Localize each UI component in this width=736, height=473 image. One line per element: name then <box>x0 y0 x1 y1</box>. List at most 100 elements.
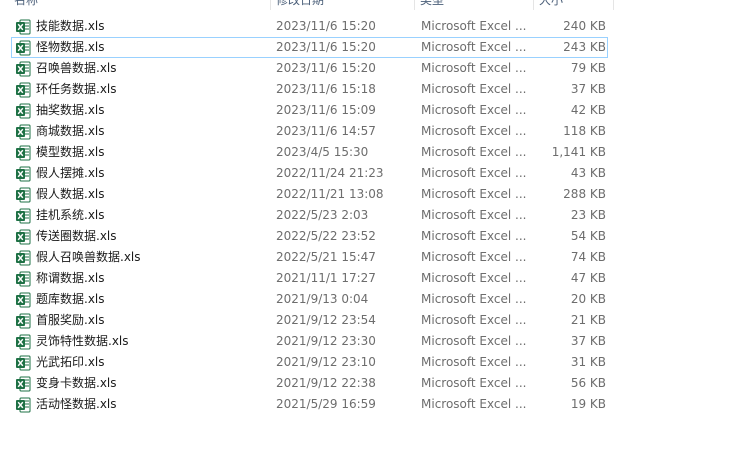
excel-file-icon <box>15 166 31 182</box>
file-name: 抽奖数据.xls <box>36 103 105 117</box>
excel-file-icon <box>15 292 31 308</box>
file-type: Microsoft Excel ... <box>421 313 527 327</box>
file-type: Microsoft Excel ... <box>421 166 527 180</box>
file-row[interactable]: 题库数据.xls 2021/9/13 0:04 Microsoft Excel ..… <box>11 289 608 310</box>
file-row[interactable]: 假人数据.xls 2022/11/21 13:08 Microsoft Excel … <box>11 184 608 205</box>
file-name: 怪物数据.xls <box>36 40 105 54</box>
file-size: 74 KB <box>570 250 606 264</box>
file-row[interactable]: 环任务数据.xls 2023/11/6 15:18 Microsoft Excel … <box>11 79 608 100</box>
file-size: 20 KB <box>570 292 606 306</box>
file-name: 传送圈数据.xls <box>36 229 117 243</box>
file-size: 42 KB <box>570 103 606 117</box>
file-row[interactable]: 光武拓印.xls 2021/9/12 23:10 Microsoft Excel .… <box>11 352 608 373</box>
column-header: 名称 修改日期 类型 大小 <box>0 0 736 10</box>
file-modified-date: 2023/4/5 15:30 <box>276 145 369 159</box>
file-size: 243 KB <box>563 40 606 54</box>
file-row[interactable]: 假人摆摊.xls 2022/11/24 21:23 Microsoft Excel … <box>11 163 608 184</box>
file-name: 称谓数据.xls <box>36 271 105 285</box>
excel-file-icon <box>15 19 31 35</box>
file-size: 43 KB <box>570 166 606 180</box>
file-modified-date: 2023/11/6 14:57 <box>276 124 376 138</box>
excel-file-icon <box>15 40 31 56</box>
file-type: Microsoft Excel ... <box>421 208 527 222</box>
file-name: 技能数据.xls <box>36 19 105 33</box>
excel-file-icon <box>15 250 31 266</box>
file-modified-date: 2021/5/29 16:59 <box>276 397 376 411</box>
column-divider[interactable] <box>270 0 271 10</box>
file-modified-date: 2021/9/12 23:10 <box>276 355 376 369</box>
file-name: 变身卡数据.xls <box>36 376 117 390</box>
file-row[interactable]: 技能数据.xls 2023/11/6 15:20 Microsoft Excel .… <box>11 16 608 37</box>
file-name: 灵饰特性数据.xls <box>36 334 129 348</box>
file-name: 挂机系统.xls <box>36 208 105 222</box>
column-divider[interactable] <box>613 0 614 10</box>
file-type: Microsoft Excel ... <box>421 229 527 243</box>
file-row[interactable]: 传送圈数据.xls 2022/5/22 23:52 Microsoft Excel … <box>11 226 608 247</box>
file-modified-date: 2023/11/6 15:20 <box>276 19 376 33</box>
file-size: 23 KB <box>570 208 606 222</box>
file-type: Microsoft Excel ... <box>421 19 527 33</box>
file-modified-date: 2023/11/6 15:09 <box>276 103 376 117</box>
file-modified-date: 2023/11/6 15:20 <box>276 40 376 54</box>
column-header-name[interactable]: 名称 <box>14 0 38 9</box>
file-type: Microsoft Excel ... <box>421 292 527 306</box>
file-type: Microsoft Excel ... <box>421 376 527 390</box>
file-row[interactable]: 称谓数据.xls 2021/11/1 17:27 Microsoft Excel .… <box>11 268 608 289</box>
file-type: Microsoft Excel ... <box>421 187 527 201</box>
excel-file-icon <box>15 208 31 224</box>
file-type: Microsoft Excel ... <box>421 40 527 54</box>
file-modified-date: 2023/11/6 15:20 <box>276 61 376 75</box>
column-header-date[interactable]: 修改日期 <box>276 0 324 9</box>
file-row[interactable]: 召唤兽数据.xls 2023/11/6 15:20 Microsoft Excel … <box>11 58 608 79</box>
file-size: 118 KB <box>563 124 606 138</box>
file-name: 召唤兽数据.xls <box>36 61 117 75</box>
file-row[interactable]: 变身卡数据.xls 2021/9/12 22:38 Microsoft Excel … <box>11 373 608 394</box>
file-row[interactable]: 灵饰特性数据.xls 2021/9/12 23:30 Microsoft Excel… <box>11 331 608 352</box>
file-size: 56 KB <box>570 376 606 390</box>
excel-file-icon <box>15 313 31 329</box>
excel-file-icon <box>15 397 31 413</box>
file-modified-date: 2021/9/12 22:38 <box>276 376 376 390</box>
file-name: 首服奖励.xls <box>36 313 105 327</box>
file-modified-date: 2023/11/6 15:18 <box>276 82 376 96</box>
file-type: Microsoft Excel ... <box>421 250 527 264</box>
file-row[interactable]: 怪物数据.xls 2023/11/6 15:20 Microsoft Excel .… <box>11 37 608 58</box>
file-modified-date: 2022/11/21 13:08 <box>276 187 384 201</box>
file-modified-date: 2021/9/12 23:54 <box>276 313 376 327</box>
column-divider[interactable] <box>414 0 415 10</box>
file-size: 37 KB <box>570 334 606 348</box>
file-type: Microsoft Excel ... <box>421 397 527 411</box>
file-row[interactable]: 商城数据.xls 2023/11/6 14:57 Microsoft Excel .… <box>11 121 608 142</box>
file-modified-date: 2022/5/23 2:03 <box>276 208 369 222</box>
file-row[interactable]: 首服奖励.xls 2021/9/12 23:54 Microsoft Excel .… <box>11 310 608 331</box>
file-modified-date: 2022/11/24 21:23 <box>276 166 384 180</box>
file-name: 假人召唤兽数据.xls <box>36 250 141 264</box>
file-modified-date: 2021/9/12 23:30 <box>276 334 376 348</box>
file-name: 环任务数据.xls <box>36 82 117 96</box>
excel-file-icon <box>15 334 31 350</box>
column-header-type[interactable]: 类型 <box>420 0 444 9</box>
file-size: 288 KB <box>563 187 606 201</box>
excel-file-icon <box>15 103 31 119</box>
file-name: 光武拓印.xls <box>36 355 105 369</box>
file-modified-date: 2022/5/21 15:47 <box>276 250 376 264</box>
file-modified-date: 2021/9/13 0:04 <box>276 292 369 306</box>
column-divider[interactable] <box>533 0 534 10</box>
file-size: 79 KB <box>570 61 606 75</box>
file-name: 假人数据.xls <box>36 187 105 201</box>
file-row[interactable]: 活动怪数据.xls 2021/5/29 16:59 Microsoft Excel … <box>11 394 608 415</box>
file-size: 47 KB <box>570 271 606 285</box>
file-modified-date: 2021/11/1 17:27 <box>276 271 376 285</box>
file-modified-date: 2022/5/22 23:52 <box>276 229 376 243</box>
file-name: 假人摆摊.xls <box>36 166 105 180</box>
file-row[interactable]: 模型数据.xls 2023/4/5 15:30 Microsoft Excel ..… <box>11 142 608 163</box>
file-size: 21 KB <box>570 313 606 327</box>
excel-file-icon <box>15 229 31 245</box>
column-header-size[interactable]: 大小 <box>539 0 563 9</box>
file-name: 商城数据.xls <box>36 124 105 138</box>
file-row[interactable]: 假人召唤兽数据.xls 2022/5/21 15:47 Microsoft Exce… <box>11 247 608 268</box>
file-type: Microsoft Excel ... <box>421 61 527 75</box>
file-row[interactable]: 抽奖数据.xls 2023/11/6 15:09 Microsoft Excel .… <box>11 100 608 121</box>
file-row[interactable]: 挂机系统.xls 2022/5/23 2:03 Microsoft Excel ..… <box>11 205 608 226</box>
file-type: Microsoft Excel ... <box>421 103 527 117</box>
